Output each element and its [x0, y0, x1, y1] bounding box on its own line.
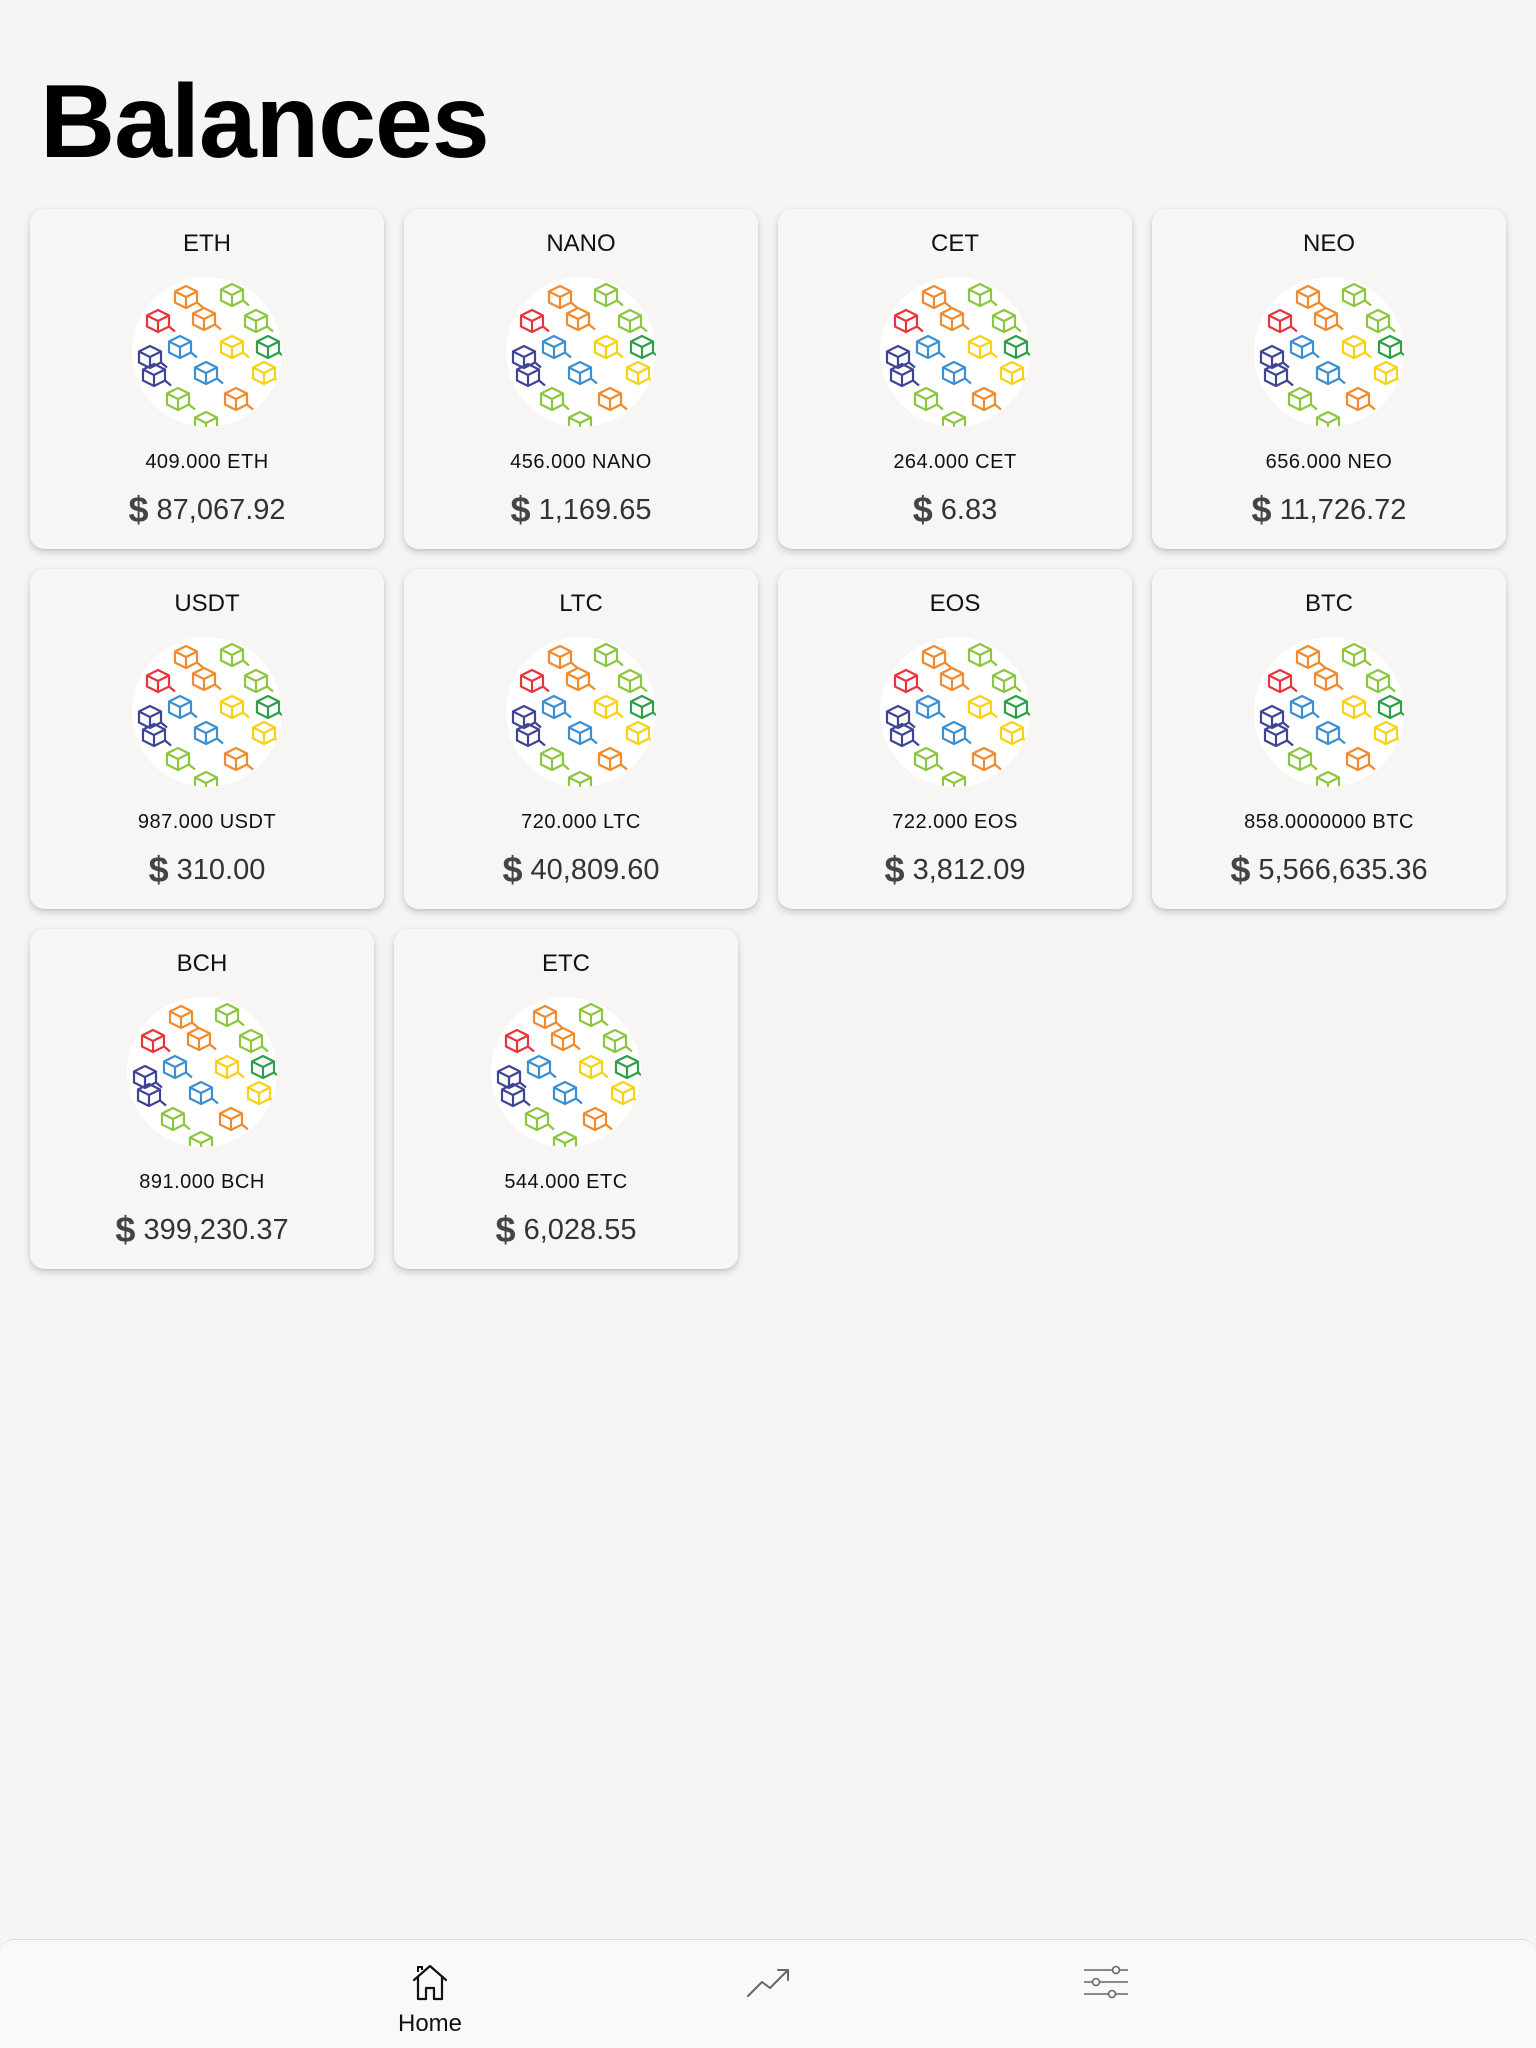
- blockchain-cubes-icon: [880, 277, 1030, 427]
- card-amount: 720.000 LTC: [521, 811, 641, 833]
- card-symbol: CET: [931, 230, 979, 257]
- balance-card-eth[interactable]: ETH 409.000 ETH $87,067.92: [30, 209, 384, 549]
- card-symbol: BTC: [1305, 590, 1353, 617]
- card-value: $310.00: [30, 852, 384, 888]
- card-value-amount: 310.00: [176, 854, 266, 886]
- card-symbol: BCH: [176, 950, 228, 977]
- dollar-icon: $: [1251, 489, 1272, 530]
- card-value-amount: 6,028.55: [523, 1214, 637, 1246]
- blockchain-cubes-icon: [506, 637, 656, 787]
- card-amount: 409.000 ETH: [145, 451, 269, 473]
- blockchain-cubes-icon: [880, 637, 1030, 787]
- balance-card-ltc[interactable]: LTC 720.000 LTC $40,809.60: [404, 569, 758, 909]
- card-value-amount: 6.83: [940, 494, 998, 526]
- card-symbol: ETH: [183, 230, 231, 257]
- blockchain-cubes-icon: [506, 277, 656, 427]
- trend-up-icon: [747, 1969, 789, 1997]
- card-value-amount: 40,809.60: [530, 854, 660, 886]
- bottom-tab-bar: Home: [0, 1939, 1536, 2048]
- card-value: $399,230.37: [30, 1212, 374, 1248]
- balance-card-usdt[interactable]: USDT 987.000 USDT $310.00: [30, 569, 384, 909]
- card-value: $6.83: [778, 492, 1132, 528]
- card-amount: 891.000 BCH: [139, 1171, 265, 1193]
- balance-card-etc[interactable]: ETC 544.000 ETC $6,028.55: [394, 929, 738, 1269]
- dollar-icon: $: [510, 489, 531, 530]
- blockchain-cubes-icon: [1254, 277, 1404, 427]
- card-amount: 656.000 NEO: [1265, 451, 1393, 473]
- blockchain-cubes-icon: [132, 637, 282, 787]
- dollar-icon: $: [115, 1209, 136, 1250]
- card-amount: 456.000 NANO: [510, 451, 652, 473]
- card-value-amount: 87,067.92: [156, 494, 286, 526]
- tab-settings[interactable]: [1024, 1940, 1184, 2048]
- dollar-icon: $: [148, 849, 169, 890]
- card-symbol: LTC: [559, 590, 603, 617]
- tab-trends[interactable]: [688, 1940, 848, 2048]
- card-value: $1,169.65: [404, 492, 758, 528]
- balance-card-cet[interactable]: CET 264.000 CET $6.83: [778, 209, 1132, 549]
- card-amount: 858.0000000 BTC: [1244, 811, 1414, 833]
- card-value: $3,812.09: [778, 852, 1132, 888]
- card-symbol: USDT: [174, 590, 240, 617]
- blockchain-cubes-icon: [491, 997, 641, 1147]
- dollar-icon: $: [502, 849, 523, 890]
- card-amount: 544.000 ETC: [504, 1171, 628, 1193]
- card-amount: 264.000 CET: [893, 451, 1017, 473]
- card-value-amount: 3,812.09: [912, 854, 1026, 886]
- blockchain-cubes-icon: [127, 997, 277, 1147]
- card-value: $87,067.92: [30, 492, 384, 528]
- card-value-amount: 1,169.65: [538, 494, 652, 526]
- balance-card-eos[interactable]: EOS 722.000 EOS $3,812.09: [778, 569, 1132, 909]
- tab-home-label: Home: [397, 2010, 463, 2037]
- balance-card-nano[interactable]: NANO 456.000 NANO $1,169.65: [404, 209, 758, 549]
- card-symbol: ETC: [542, 950, 590, 977]
- balance-card-neo[interactable]: NEO 656.000 NEO $11,726.72: [1152, 209, 1506, 549]
- blockchain-cubes-icon: [1254, 637, 1404, 787]
- dollar-icon: $: [495, 1209, 516, 1250]
- dollar-icon: $: [1230, 849, 1251, 890]
- dollar-icon: $: [884, 849, 905, 890]
- card-symbol: NEO: [1302, 230, 1355, 257]
- home-icon: [412, 1964, 448, 2001]
- sliders-icon: [1084, 1965, 1128, 1999]
- card-value: $5,566,635.36: [1152, 852, 1506, 888]
- card-amount: 987.000 USDT: [137, 811, 277, 833]
- card-value-amount: 5,566,635.36: [1258, 854, 1428, 886]
- balance-card-bch[interactable]: BCH 891.000 BCH $399,230.37: [30, 929, 374, 1269]
- card-symbol: EOS: [929, 590, 981, 617]
- card-amount: 722.000 EOS: [892, 811, 1018, 833]
- card-symbol: NANO: [546, 230, 616, 257]
- card-value-amount: 11,726.72: [1279, 494, 1407, 526]
- tab-home[interactable]: Home: [350, 1940, 510, 2048]
- dollar-icon: $: [912, 489, 933, 530]
- dollar-icon: $: [128, 489, 149, 530]
- balances-grid: ETH 409.000 ETH $87,067.92 NANO 456.000 …: [0, 0, 1536, 1300]
- balance-card-btc[interactable]: BTC 858.0000000 BTC $5,566,635.36: [1152, 569, 1506, 909]
- card-value-amount: 399,230.37: [143, 1214, 289, 1246]
- card-value: $40,809.60: [404, 852, 758, 888]
- card-value: $11,726.72: [1152, 492, 1506, 528]
- card-value: $6,028.55: [394, 1212, 738, 1248]
- blockchain-cubes-icon: [132, 277, 282, 427]
